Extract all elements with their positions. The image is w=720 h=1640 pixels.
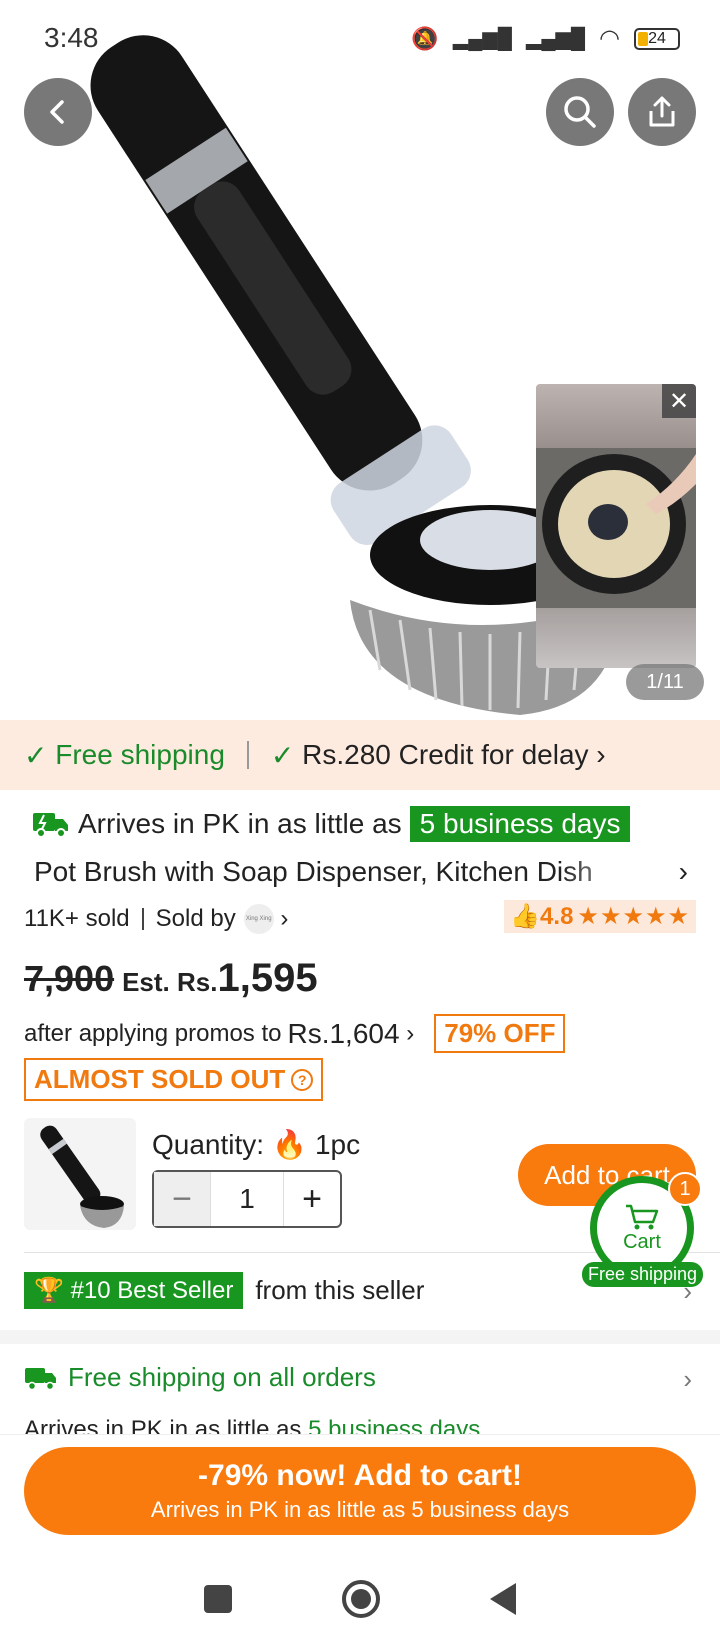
home-button[interactable] [342,1580,380,1618]
share-icon [649,96,675,127]
estimated-label: Est. Rs. [122,967,218,997]
floating-cart[interactable]: Cart 1 Free shipping [582,1172,706,1288]
wifi-icon: ◠ [599,25,620,52]
delivery-prefix: Arrives in PK in as little as [78,808,402,839]
seller-logo[interactable]: Xing Xing [243,904,274,934]
recents-button[interactable] [204,1585,232,1613]
cart-count-badge: 1 [668,1172,702,1206]
check-icon: ✓ [24,739,56,771]
quantity-label: Quantity: 🔥 1pc [152,1128,360,1161]
video-frame [536,448,696,608]
cta-sub-label: Arrives in PK in as little as 5 business… [150,1497,570,1522]
add-to-cart-cta-button[interactable]: -79% now! Add to cart! Arrives in PK in … [24,1447,696,1535]
shipping-benefits-bar[interactable]: ✓ Free shipping ✓ Rs.280 Credit for dela… [0,720,720,790]
separator [141,908,144,930]
trophy-icon: 🏆 [34,1277,64,1304]
price-line: 7,900 Est. Rs. 1,595 [24,956,318,1001]
check-icon-2: ✓ [270,739,303,771]
mute-icon: 🔕 [411,25,439,51]
truck-icon [25,1367,56,1390]
cart-label: Cart [623,1230,661,1253]
search-icon [564,96,596,128]
best-seller-row[interactable]: 🏆 #10 Best Seller from this seller [24,1272,424,1309]
chevron-right-icon: › [273,905,289,932]
status-icons: 🔕 ▂▄▆█ ▂▄▆█ ◠ 24 [411,24,680,53]
sku-thumbnail[interactable] [24,1118,136,1230]
sales-seller-line[interactable]: 11K+ sold Sold by Xing Xing › [24,904,288,934]
signal-icon: ▂▄▆█ [452,28,512,50]
back-nav-button[interactable] [490,1583,516,1615]
decrease-button[interactable]: − [154,1172,210,1226]
video-preview[interactable]: ✕ [536,384,696,668]
chevron-left-icon [50,100,64,124]
flame-icon: 🔥 [272,1129,307,1160]
rating-badge[interactable]: 👍 4.8 ★★★★★ [504,900,696,933]
promo-line[interactable]: after applying promos to Rs.1,604 › 79% … [24,1014,566,1053]
increase-button[interactable]: + [284,1172,340,1226]
back-button[interactable] [24,78,92,146]
quantity-stepper[interactable]: − 1 + [152,1170,342,1228]
rating-value: 4.8 [540,902,574,930]
video-close-button[interactable]: ✕ [662,384,696,418]
quantity-value[interactable]: 1 [210,1172,284,1226]
discount-badge: 79% OFF [434,1014,566,1053]
quantity-text: Quantity: [152,1128,265,1160]
search-button[interactable] [546,78,614,146]
free-shipping-title: Free shipping on all orders [68,1362,376,1392]
thumbs-up-icon: 👍 [510,903,541,930]
signal-icon-2: ▂▄▆█ [525,28,586,50]
status-bar: 3:48 🔕 ▂▄▆█ ▂▄▆█ ◠ 24 [0,0,720,80]
sub-highlight: 5 business days [308,1416,481,1434]
chevron-right-icon: › [399,1019,415,1047]
product-title[interactable]: Pot Brush with Soap Dispenser, Kitchen D… [34,856,654,888]
sale-price: 1,595 [217,956,318,1000]
delivery-estimate: Arrives in PK in as little as 5 business… [32,806,631,842]
status-time: 3:48 [44,22,99,53]
chevron-right-icon[interactable]: › [679,856,688,888]
best-seller-text: #10 Best Seller [70,1277,234,1304]
cart-free-shipping-label: Free shipping [582,1262,704,1287]
promo-text: after applying promos to [24,1019,282,1047]
credit-delay-label: Rs.280 Credit for delay [302,739,589,770]
separator [246,741,249,769]
chevron-right-icon: › [588,739,606,770]
star-rating-icons: ★★★★★ [577,903,690,930]
quantity-unit: 1pc [314,1128,361,1160]
sold-count: 11K+ sold [24,905,130,932]
free-shipping-label: Free shipping [55,739,225,770]
battery-icon: 24 [634,27,680,50]
chevron-right-icon[interactable]: › [683,1364,692,1395]
almost-sold-out-badge[interactable]: ALMOST SOLD OUT ? [24,1058,324,1101]
section-divider [0,1330,720,1344]
sold-by-label: Sold by [155,905,236,932]
best-seller-suffix: from this seller [255,1275,425,1305]
image-counter: 1/11 [626,664,704,700]
best-seller-badge: 🏆 #10 Best Seller [24,1272,244,1309]
cta-main-label: -79% now! Add to cart! [198,1459,522,1492]
delivery-days-badge: 5 business days [409,806,631,842]
share-button[interactable] [628,78,696,146]
help-icon[interactable]: ? [291,1068,314,1091]
original-price: 7,900 [24,958,115,999]
product-thumbnail-image [40,1125,124,1228]
sub-prefix: Arrives in PK in as little as [24,1416,302,1434]
free-shipping-subtext: Arrives in PK in as little as 5 business… [24,1416,480,1434]
almost-sold-out-label: ALMOST SOLD OUT [34,1064,286,1094]
fast-truck-icon [33,813,68,838]
bottom-action-bar: -79% now! Add to cart! Arrives in PK in … [0,1434,720,1558]
cart-icon [626,1204,659,1229]
promo-price: Rs.1,604 [287,1017,400,1049]
system-nav-bar [0,1558,720,1640]
free-shipping-row[interactable]: Free shipping on all orders [24,1362,376,1393]
